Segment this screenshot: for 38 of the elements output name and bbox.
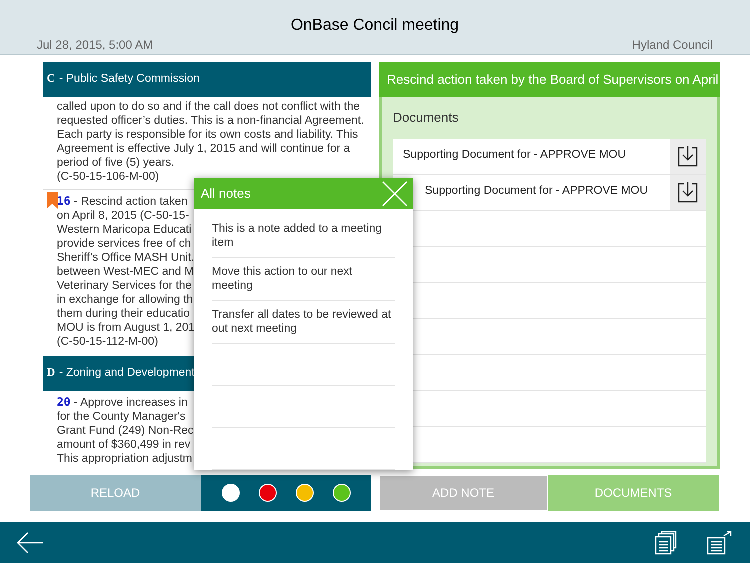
- detail-title: Rescind action taken by the Board of Supervisors on April: [379, 62, 720, 97]
- agenda-text-line: Agreement is effective July 1, 2015 and will continue for a: [57, 142, 350, 156]
- agenda-text-line: (C-50-15-112-M-00): [57, 335, 158, 349]
- download-icon[interactable]: [677, 180, 699, 204]
- agenda-text-line: requested officer’s duties. This is a non-financial Agreement.: [57, 114, 364, 128]
- meeting-date: Jul 28, 2015, 5:00 AM: [37, 38, 154, 52]
- download-icon[interactable]: [677, 144, 699, 168]
- agenda-text-line: for the County Manager's: [57, 410, 186, 424]
- popup-title: All notes: [201, 184, 252, 203]
- document-row[interactable]: Supporting Document for - APPROVE MOU: [393, 138, 706, 174]
- note-item[interactable]: Move this action to our next meeting: [212, 258, 395, 301]
- export-document-icon[interactable]: [707, 530, 733, 554]
- note-item[interactable]: This is a note added to a meeting item: [212, 215, 395, 258]
- agenda-text-line: amount of $360,499 in rev: [57, 438, 191, 452]
- section-header[interactable]: C - Public Safety Commission: [43, 62, 371, 97]
- agenda-text-line: period of five (5) years.: [57, 156, 175, 170]
- agenda-text-line: 20 - Approve increases in: [57, 395, 188, 410]
- agenda-text-line: Veterinary Services for the: [57, 279, 192, 293]
- meeting-title: OnBase Concil meeting: [290, 16, 460, 36]
- agenda-text-line: them during their educatio: [57, 307, 190, 321]
- agenda-text-line: This appropriation adjustm: [57, 452, 193, 466]
- agenda-text-line: Western Maricopa Educati: [57, 223, 192, 237]
- back-arrow-icon[interactable]: [17, 532, 43, 554]
- agenda-text-line: Each party is responsible for its own costs and liability. This: [57, 128, 358, 142]
- agenda-text-line: (C-50-15-106-M-00): [57, 170, 160, 184]
- agenda-text-line: on April 8, 2015 (C-50-15-: [57, 209, 190, 223]
- documents-heading: Documents: [392, 109, 460, 127]
- agenda-text-line: provide services free of ch: [57, 237, 192, 251]
- note-item[interactable]: Transfer all dates to be reviewed at out next meeting: [212, 301, 395, 344]
- agenda-text-line: between West-MEC and M: [57, 265, 194, 279]
- agenda-text-line: 16 - Rescind action taken: [57, 194, 188, 209]
- council-name: Hyland Council: [632, 38, 713, 52]
- agenda-text-line: in exchange for allowing th: [57, 293, 194, 307]
- agenda-text-line: called upon to do so and if the call does not conflict with the: [57, 100, 360, 114]
- agenda-text-line: Sheriff’s Office MASH Unit.: [57, 251, 195, 265]
- agenda-text-line: Grant Fund (249) Non-Rec: [57, 424, 194, 438]
- agenda-text-line: MOU is from August 1, 201: [57, 321, 196, 335]
- documents-icon[interactable]: [655, 530, 677, 554]
